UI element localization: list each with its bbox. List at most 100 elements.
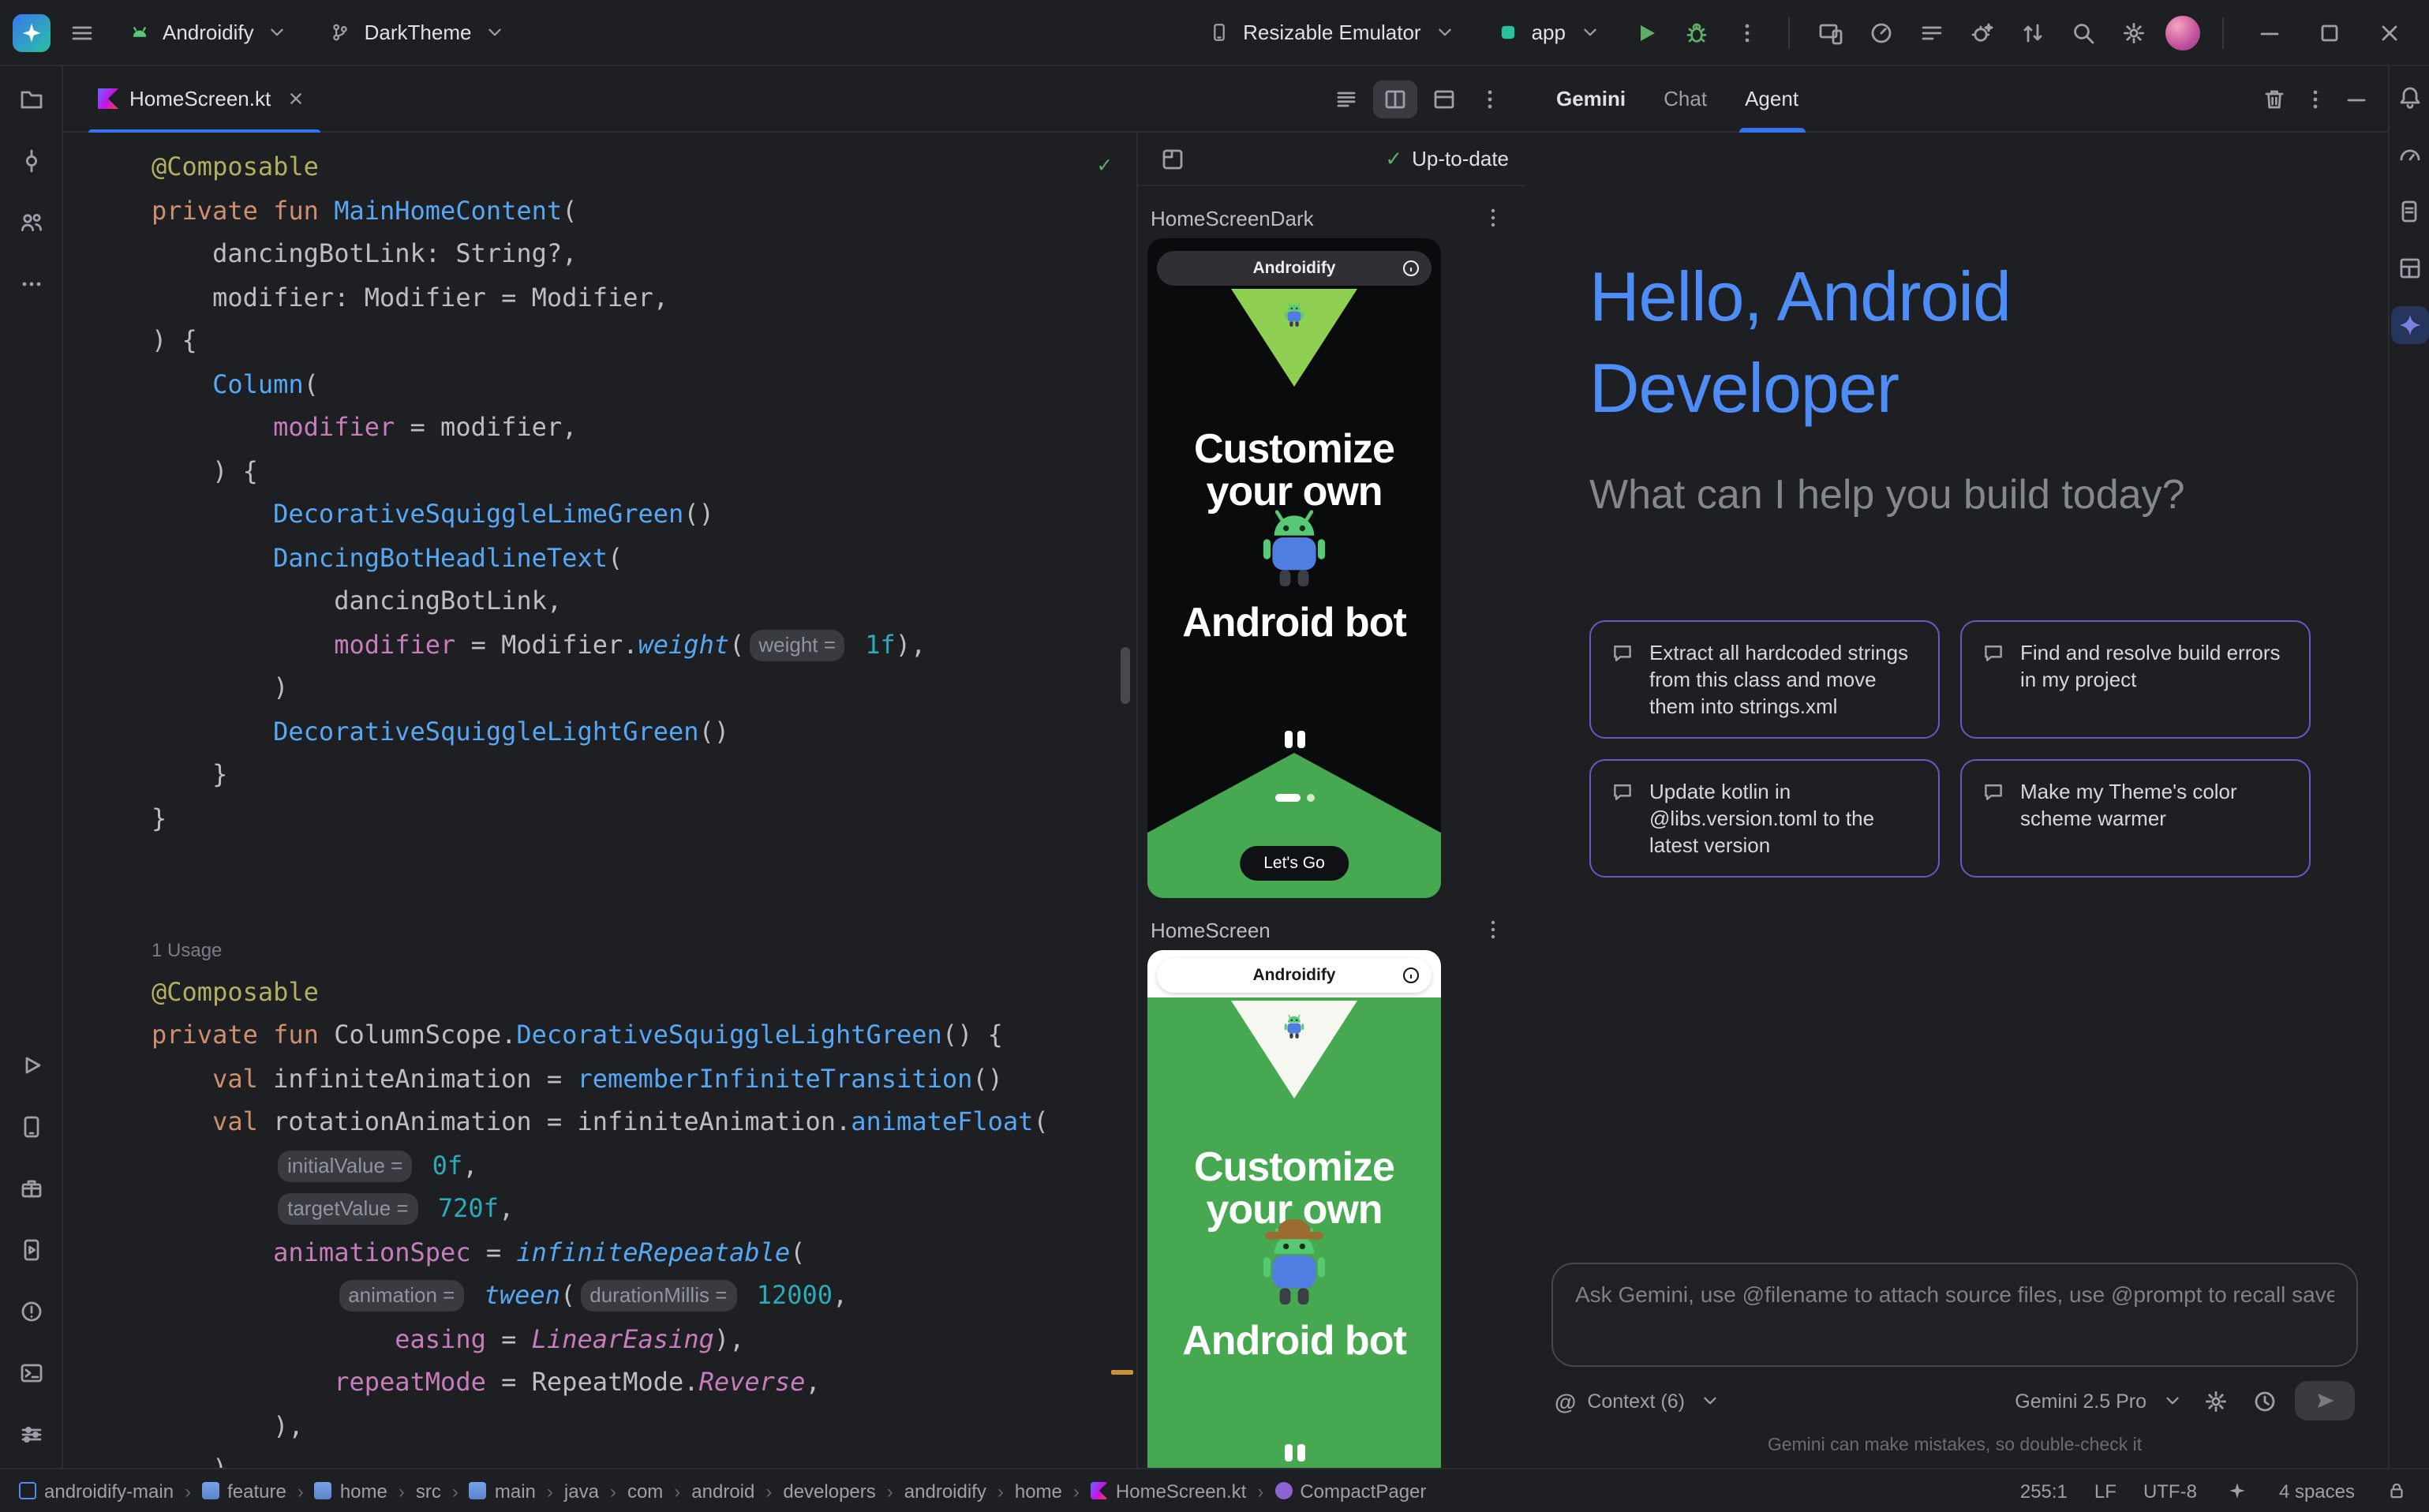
notifications-bell-icon[interactable] [2390,79,2428,117]
app-insights-icon[interactable] [1963,13,2001,51]
profiler-icon[interactable] [1862,13,1900,51]
indent-setting[interactable]: 4 spaces [2279,1480,2355,1502]
editor-scrollbar[interactable] [1121,647,1130,704]
code-line[interactable]: DancingBotHeadlineText( [152,536,1136,579]
code-line[interactable]: ), [152,1404,1136,1447]
build-icon[interactable] [10,1168,51,1209]
suggestion-card[interactable]: Make my Theme's color scheme warmer [1960,759,2311,878]
breadcrumb-item[interactable]: main [470,1480,536,1502]
breadcrumb-item[interactable]: home [315,1480,387,1502]
breadcrumb-item[interactable]: androidify-main [19,1480,174,1502]
gemini-options-icon[interactable] [2296,80,2334,118]
model-selector[interactable]: Gemini 2.5 Pro [2015,1390,2146,1412]
inspections-ok-icon[interactable]: ✓ [1098,145,1111,189]
user-avatar[interactable] [2165,15,2200,50]
gemini-settings-icon[interactable] [2197,1382,2235,1420]
run-config-selector[interactable]: app [1483,10,1615,54]
split-view-icon[interactable] [1373,80,1417,118]
code-line[interactable]: @Composable [152,145,1136,189]
code-view-icon[interactable] [1324,80,1368,118]
problems-icon[interactable] [10,1291,51,1332]
window-close-button[interactable] [2366,9,2413,56]
run-button[interactable] [1627,13,1665,51]
project-selector[interactable]: Androidify [114,10,303,54]
code-line[interactable]: animationSpec = infiniteRepeatable( [152,1230,1136,1274]
editor-options-icon[interactable] [1471,80,1509,118]
terminal-icon[interactable] [10,1353,51,1394]
running-devices-icon[interactable] [10,1229,51,1271]
tab-close-icon[interactable] [282,84,310,113]
window-maximize-button[interactable] [2306,9,2353,56]
settings-gear-icon[interactable] [2115,13,2153,51]
device-mirroring-icon[interactable] [1812,13,1850,51]
code-line[interactable]: DecorativeSquiggleLightGreen() [152,709,1136,753]
device-manager-icon[interactable] [10,1106,51,1147]
code-line[interactable]: private fun MainHomeContent( [152,189,1136,232]
breadcrumb-item[interactable]: androidify [904,1480,986,1502]
code-line[interactable]: DecorativeSquiggleLimeGreen() [152,492,1136,536]
main-menu-icon[interactable] [63,13,101,51]
commit-icon[interactable] [10,140,51,182]
line-separator[interactable]: LF [2094,1480,2116,1502]
more-run-actions-icon[interactable] [1728,13,1766,51]
code-line[interactable]: ) { [152,319,1136,362]
sync-icon[interactable] [2014,13,2052,51]
debug-button[interactable] [1678,13,1716,51]
breadcrumb-item[interactable]: android [691,1480,754,1502]
breadcrumb-item[interactable]: HomeScreen.kt [1091,1480,1246,1502]
breadcrumb-item[interactable]: feature [202,1480,286,1502]
code-line[interactable]: modifier = Modifier.weight(weight = 1f), [152,623,1136,666]
run-tool-icon[interactable] [10,1045,51,1086]
vcs-settings-icon[interactable] [10,1414,51,1455]
code-line[interactable]: easing = LinearEasing), [152,1317,1136,1360]
breadcrumb-item[interactable]: home [1015,1480,1062,1502]
vcs-branch-selector[interactable]: DarkTheme [316,10,521,54]
suggestion-card[interactable]: Find and resolve build errors in my proj… [1960,620,2311,739]
preview-card-menu-icon[interactable] [1477,914,1509,945]
code-line[interactable]: dancingBotLink: String?, [152,232,1136,275]
context-attach-icon[interactable]: @ [1555,1388,1576,1413]
code-line[interactable]: repeatMode = RepeatMode.Reverse, [152,1360,1136,1404]
lock-icon[interactable] [2382,1476,2410,1505]
search-icon[interactable] [2064,13,2102,51]
tab-homescreen-kt[interactable]: HomeScreen.kt [82,65,326,132]
preview-homescreendark[interactable]: Androidify Customize your own Android bo… [1147,238,1441,898]
logcat-icon[interactable] [1913,13,1951,51]
breadcrumb-item[interactable]: CompactPager [1274,1480,1426,1502]
more-tool-windows-icon[interactable] [10,264,51,305]
history-icon[interactable] [2246,1382,2284,1420]
code-line[interactable]: modifier: Modifier = Modifier, [152,275,1136,319]
suggestion-card[interactable]: Update kotlin in @libs.version.toml to t… [1589,759,1940,878]
send-button[interactable] [2295,1381,2355,1420]
project-folder-icon[interactable] [10,79,51,120]
file-encoding[interactable]: UTF-8 [2143,1480,2197,1502]
code-line[interactable]: } [152,796,1136,840]
code-line[interactable]: targetValue = 720f, [152,1187,1136,1230]
suggestion-card[interactable]: Extract all hardcoded strings from this … [1589,620,1940,739]
code-line[interactable]: 1 Usage [152,926,1136,970]
code-line[interactable]: modifier = modifier, [152,406,1136,449]
device-selector[interactable]: Resizable Emulator [1194,10,1469,54]
ai-spark-icon[interactable] [2224,1476,2252,1505]
breadcrumb-item[interactable]: src [416,1480,441,1502]
code-line[interactable]: Column( [152,362,1136,406]
code-line[interactable] [152,883,1136,926]
prompt-input-container[interactable] [1551,1263,2358,1367]
preview-card-menu-icon[interactable] [1477,202,1509,234]
window-minimize-button[interactable] [2246,9,2293,56]
pull-requests-icon[interactable] [10,202,51,243]
preview-homescreen[interactable]: Androidify Customize your own Android bo… [1147,950,1441,1468]
code-line[interactable]: animation = tween(durationMillis = 12000… [152,1274,1136,1317]
device-explorer-icon[interactable] [2390,193,2428,230]
tab-agent[interactable]: Agent [1745,65,1798,132]
code-line[interactable]: val infiniteAnimation = rememberInfinite… [152,1057,1136,1100]
code-line[interactable]: dancingBotLink, [152,579,1136,623]
gemini-tool-icon[interactable] [2390,306,2428,344]
caret-position[interactable]: 255:1 [2020,1480,2068,1502]
code-line[interactable]: val rotationAnimation = infiniteAnimatio… [152,1100,1136,1143]
code-line[interactable]: @Composable [152,970,1136,1013]
hide-panel-icon[interactable] [2337,80,2375,118]
context-selector[interactable]: Context (6) [1587,1390,1685,1412]
code-line[interactable]: ) [152,666,1136,709]
layout-inspector-icon[interactable] [2390,249,2428,287]
